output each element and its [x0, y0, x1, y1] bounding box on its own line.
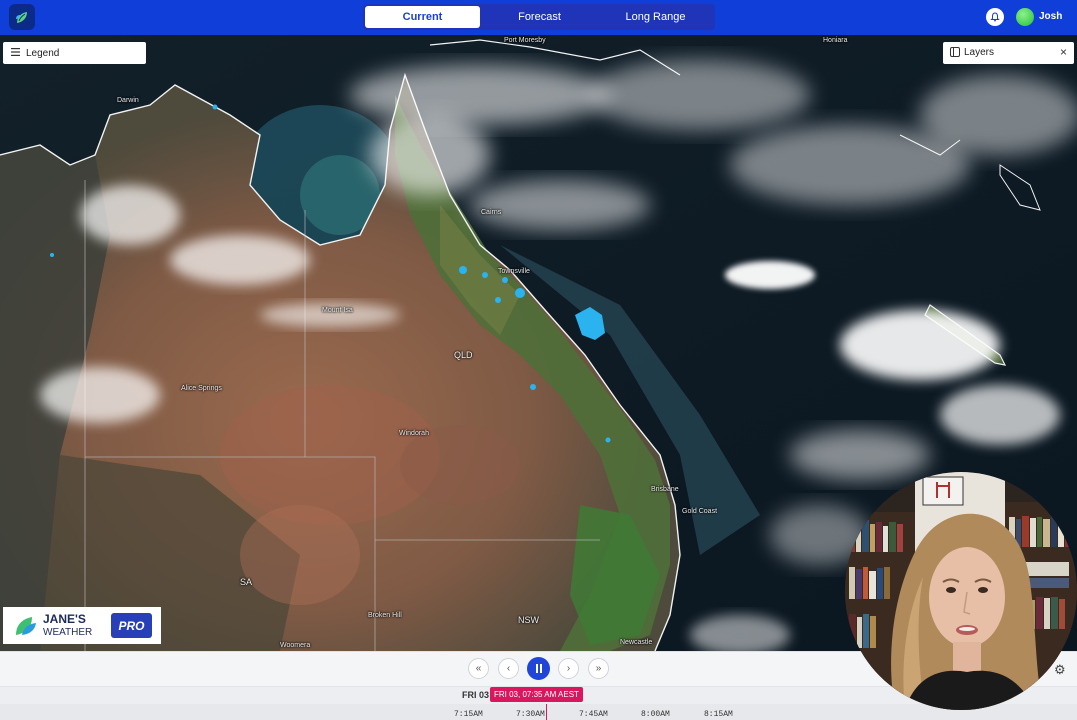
leaf-logo-icon[interactable]: [9, 4, 35, 30]
close-icon[interactable]: ×: [1060, 45, 1067, 59]
list-icon: [11, 47, 20, 59]
brand-line2: WEATHER: [43, 627, 93, 638]
top-bar: Current Forecast Long Range Josh: [0, 0, 1077, 35]
tick-label: 7:45AM: [579, 710, 608, 719]
tab-current[interactable]: Current: [365, 6, 480, 28]
leaf-brand-icon: [14, 615, 38, 642]
skip-forward-button[interactable]: »: [588, 658, 609, 679]
view-tabs: Current Forecast Long Range: [363, 4, 715, 30]
time-ticks[interactable]: 7:15AM 7:30AM 7:45AM 8:00AM 8:15AM: [0, 704, 1077, 720]
bell-icon[interactable]: [986, 8, 1004, 26]
app-root: Current Forecast Long Range Josh Port Mo…: [0, 0, 1077, 720]
gear-icon[interactable]: ⚙: [1054, 662, 1066, 678]
current-time-badge: FRI 03, 07:35 AM AEST: [490, 687, 583, 702]
tick-label: 8:15AM: [704, 710, 733, 719]
legend-label: Legend: [26, 47, 60, 59]
pause-icon: [535, 664, 542, 673]
pause-button[interactable]: [527, 657, 550, 680]
layers-panel-header[interactable]: Layers ×: [943, 42, 1074, 64]
step-back-button[interactable]: ‹: [498, 658, 519, 679]
brand-line1: JANE'S: [43, 612, 86, 626]
place-sa: SA: [240, 577, 253, 587]
place-windorah: Windorah: [399, 430, 429, 437]
place-honiara: Honiara: [823, 37, 848, 44]
legend-button[interactable]: Legend: [3, 42, 146, 64]
step-forward-button[interactable]: ›: [558, 658, 579, 679]
place-darwin: Darwin: [117, 97, 139, 104]
avatar[interactable]: [1016, 8, 1034, 26]
presenter-video: [845, 472, 1077, 710]
layers-icon: [950, 47, 960, 60]
place-townsville: Townsville: [498, 268, 530, 275]
place-broken-hill: Broken Hill: [368, 612, 402, 619]
day-label: FRI 03: [462, 690, 489, 700]
place-woomera: Woomera: [280, 642, 311, 649]
playhead[interactable]: [546, 704, 547, 720]
tick-label: 8:00AM: [641, 710, 670, 719]
layers-label: Layers: [964, 47, 995, 58]
place-cairns: Cairns: [481, 209, 502, 216]
place-mount-isa: Mount Isa: [322, 307, 353, 314]
tick-label: 7:15AM: [454, 710, 483, 719]
skip-back-button[interactable]: «: [468, 658, 489, 679]
tab-forecast[interactable]: Forecast: [482, 6, 597, 28]
place-gold-coast: Gold Coast: [682, 508, 718, 515]
place-alice-springs: Alice Springs: [181, 385, 222, 392]
pro-badge: PRO: [111, 613, 152, 638]
place-port-moresby: Port Moresby: [504, 37, 546, 44]
place-nsw: NSW: [518, 615, 539, 625]
place-qld: QLD: [454, 350, 473, 360]
janes-weather-logo: JANE'S WEATHER PRO: [3, 607, 161, 644]
day-text: FRI 03: [462, 690, 490, 700]
tick-label: 7:30AM: [516, 710, 545, 719]
place-newcastle: Newcastle: [620, 639, 653, 646]
place-brisbane: Brisbane: [651, 486, 679, 493]
username[interactable]: Josh: [1039, 11, 1062, 22]
tab-long-range[interactable]: Long Range: [598, 6, 713, 28]
